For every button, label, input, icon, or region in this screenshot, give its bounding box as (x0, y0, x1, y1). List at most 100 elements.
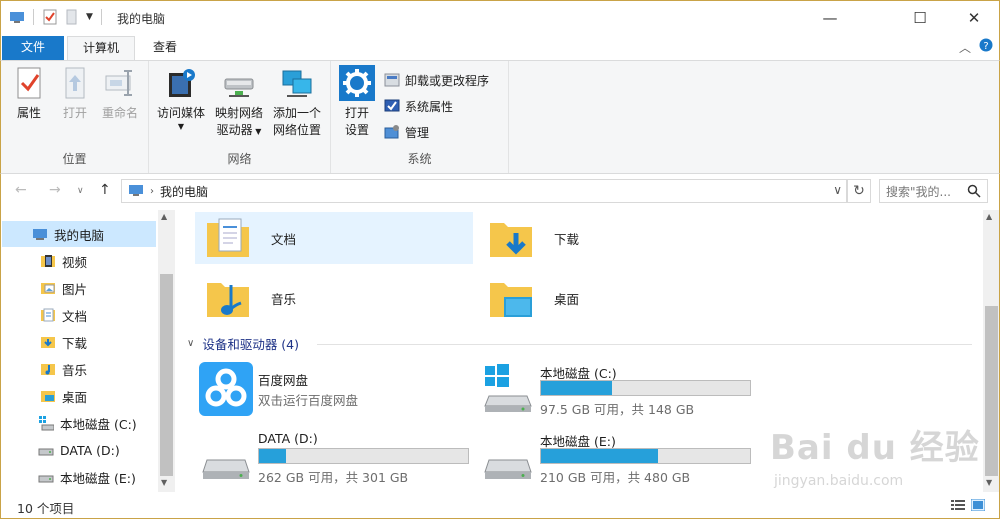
scroll-up-icon[interactable]: ▲ (161, 212, 167, 221)
windows-drive-icon (39, 416, 54, 431)
device-description: 双击运行百度网盘 (258, 393, 359, 408)
chevron-down-icon: ▼ (252, 127, 262, 136)
address-bar[interactable]: › 我的电脑 ∨ (121, 179, 847, 203)
documents-folder-icon (41, 308, 55, 322)
drive-icon (484, 459, 532, 479)
address-dropdown-icon[interactable]: ∨ (833, 183, 842, 197)
settings-gear-icon (339, 65, 375, 101)
map-network-drive-button[interactable]: 映射网络 驱动器 ▼ (211, 65, 267, 140)
large-icons-view-icon[interactable] (971, 499, 985, 511)
rename-button[interactable]: 重命名 (97, 65, 143, 122)
sidebar-item-label: 音乐 (62, 362, 88, 378)
device-name: DATA (D:) (258, 431, 318, 446)
chevron-down-icon: ▼ (177, 122, 185, 131)
status-bar: 10 个项目 (0, 492, 1000, 519)
breadcrumb-path[interactable]: 我的电脑 (160, 183, 208, 200)
sidebar-scroll-thumb[interactable] (160, 274, 173, 476)
up-arrow-icon[interactable]: ↑ (99, 182, 111, 198)
customize-toolbar-icon[interactable]: ▼ (86, 12, 93, 22)
details-view-icon[interactable] (951, 499, 965, 511)
uninstall-icon (384, 73, 400, 87)
add-location-label-1: 添加一个 (272, 106, 321, 120)
sidebar-item-drive-c[interactable]: 本地磁盘 (C:) (2, 410, 156, 436)
pictures-folder-icon (41, 283, 55, 294)
sidebar-scrollbar[interactable]: ▲ ▼ (158, 210, 175, 492)
sidebar-item-video[interactable]: 视频 (2, 248, 156, 274)
sidebar-item-label: 下载 (62, 335, 88, 351)
device-drive-d[interactable]: DATA (D:) 262 GB 可用，共 301 GB (199, 428, 479, 486)
windows-drive-icon (484, 364, 532, 412)
tab-file[interactable]: 文件 (2, 36, 64, 61)
device-drive-e[interactable]: 本地磁盘 (E:) 210 GB 可用，共 480 GB (481, 428, 761, 486)
title-bar: ▼ 我的电脑 — ☐ ✕ (0, 0, 1000, 34)
properties-icon (17, 67, 41, 99)
open-settings-button[interactable]: 打开 设置 (337, 65, 377, 139)
downloads-folder-icon (490, 223, 532, 257)
close-button[interactable]: ✕ (951, 1, 997, 35)
separator (100, 9, 102, 25)
documents-folder-icon (207, 218, 249, 257)
content-scrollbar[interactable]: ▲ ▼ (983, 210, 1000, 492)
sidebar-item-label: 图片 (62, 281, 88, 297)
computer-icon (10, 12, 24, 23)
baidu-netdisk-icon (199, 362, 253, 416)
tab-computer[interactable]: 计算机 (67, 36, 135, 61)
recent-locations-icon[interactable]: ∨ (77, 186, 84, 196)
maximize-button[interactable]: ☐ (897, 1, 943, 35)
access-media-button[interactable]: 访问媒体 ▼ (151, 65, 211, 132)
sidebar-item-downloads[interactable]: 下载 (2, 329, 156, 355)
device-free-space: 210 GB 可用，共 480 GB (540, 470, 691, 485)
back-arrow-icon[interactable]: ← (15, 182, 27, 198)
desktop-folder-icon (490, 283, 532, 317)
scroll-down-icon[interactable]: ▼ (986, 478, 992, 487)
sidebar-item-drive-e[interactable]: 本地磁盘 (E:) (2, 464, 156, 490)
window-title: 我的电脑 (117, 12, 166, 26)
device-drive-c[interactable]: 本地磁盘 (C:) 97.5 GB 可用，共 148 GB (481, 360, 761, 418)
refresh-button[interactable]: ↻ (847, 179, 871, 203)
content-scroll-thumb[interactable] (985, 306, 998, 476)
svg-text:?: ? (983, 41, 988, 52)
tab-view[interactable]: 查看 (139, 36, 191, 61)
folder-documents[interactable]: 文档 (195, 212, 473, 264)
sidebar-item-drive-d[interactable]: DATA (D:) (2, 437, 156, 463)
scroll-down-icon[interactable]: ▼ (161, 478, 167, 487)
ribbon: 属性 打开 重命名 位置 访问媒体 ▼ 映射网络 驱动器 ▼ 添加一个 网络位置… (0, 60, 1000, 174)
media-icon (169, 69, 195, 97)
folder-desktop[interactable]: 桌面 (478, 272, 756, 324)
collapse-ribbon-icon[interactable]: ︿ (959, 39, 971, 56)
devices-section-header[interactable]: ∨ 设备和驱动器 (4) (187, 334, 299, 353)
help-icon[interactable]: ? (979, 38, 993, 55)
sidebar-item-label: DATA (D:) (60, 442, 120, 458)
add-network-location-button[interactable]: 添加一个 网络位置 (267, 65, 327, 139)
drive-icon (38, 448, 54, 456)
sidebar-item-desktop[interactable]: 桌面 (2, 383, 156, 409)
sidebar-item-my-computer[interactable]: 我的电脑 (2, 221, 156, 247)
computer-icon (129, 185, 143, 196)
forward-arrow-icon[interactable]: → (49, 182, 61, 198)
device-name: 百度网盘 (258, 373, 309, 388)
drive-usage-bar (540, 448, 751, 464)
ribbon-group-network: 访问媒体 ▼ 映射网络 驱动器 ▼ 添加一个 网络位置 网络 (149, 61, 331, 173)
manage-button[interactable]: 管理 (383, 122, 429, 142)
sidebar-item-pictures[interactable]: 图片 (2, 275, 156, 301)
scroll-up-icon[interactable]: ▲ (986, 212, 992, 221)
ribbon-tabs: 文件 计算机 查看 ︿ ? (0, 34, 1000, 61)
minimize-button[interactable]: — (807, 1, 853, 35)
system-properties-button[interactable]: 系统属性 (383, 96, 453, 116)
folder-music[interactable]: 音乐 (195, 272, 473, 324)
network-drive-icon (224, 78, 254, 97)
folder-downloads[interactable]: 下载 (478, 212, 756, 264)
search-input[interactable]: 搜索"我的... (879, 179, 988, 203)
open-button[interactable]: 打开 (55, 65, 95, 122)
sidebar-item-documents[interactable]: 文档 (2, 302, 156, 328)
properties-button[interactable]: 属性 (9, 65, 49, 122)
search-placeholder: 搜索"我的... (886, 184, 951, 199)
uninstall-program-button[interactable]: 卸载或更改程序 (383, 70, 489, 90)
system-properties-icon (384, 99, 400, 112)
drive-icon (202, 459, 250, 479)
sidebar-item-music[interactable]: 音乐 (2, 356, 156, 382)
properties-icon[interactable] (42, 9, 58, 25)
new-folder-icon[interactable] (64, 9, 80, 25)
device-baidu-netdisk[interactable]: 百度网盘 双击运行百度网盘 (199, 360, 469, 418)
computer-icon (33, 229, 47, 240)
